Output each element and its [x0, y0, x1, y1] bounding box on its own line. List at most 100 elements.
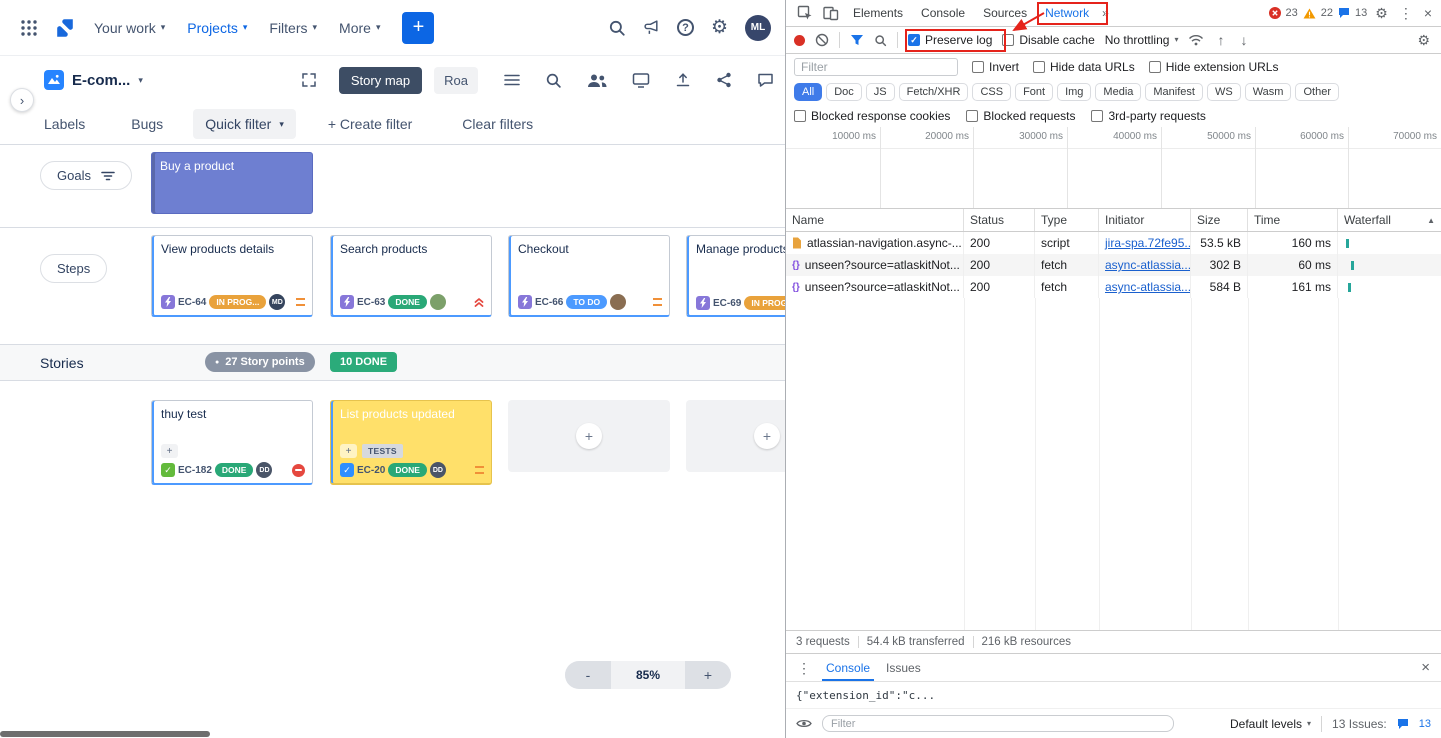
type-filter-manifest[interactable]: Manifest	[1145, 83, 1203, 101]
network-overview-timeline[interactable]: 10000 ms 20000 ms 30000 ms 40000 ms 5000…	[786, 127, 1441, 209]
column-header-initiator[interactable]: Initiator	[1099, 209, 1191, 231]
console-filter-input[interactable]	[822, 715, 1174, 732]
type-filter-img[interactable]: Img	[1057, 83, 1091, 101]
column-header-waterfall[interactable]: Waterfall▲	[1338, 209, 1441, 231]
type-filter-fetch-xhr[interactable]: Fetch/XHR	[899, 83, 969, 101]
clear-filters-button[interactable]: Clear filters	[462, 116, 533, 132]
blocked-requests-checkbox[interactable]: Blocked requests	[966, 109, 1075, 123]
quick-filter-button[interactable]: Quick filter ▾	[193, 109, 296, 139]
zoom-out-button[interactable]: -	[565, 661, 611, 689]
add-story-button[interactable]: +	[576, 423, 602, 449]
devtools-settings-icon[interactable]: ⚙	[1372, 6, 1391, 20]
clear-icon[interactable]	[815, 33, 829, 47]
create-button[interactable]: +	[402, 12, 434, 44]
network-filter-input[interactable]	[794, 58, 958, 76]
view-toggle-roadmap[interactable]: Roa	[434, 67, 478, 94]
goal-card[interactable]: Buy a product	[151, 152, 313, 214]
type-filter-js[interactable]: JS	[866, 83, 895, 101]
view-settings-icon[interactable]	[504, 74, 520, 86]
network-search-icon[interactable]	[874, 34, 887, 47]
column-header-name[interactable]: Name	[786, 209, 964, 231]
nav-your-work[interactable]: Your work▾	[86, 14, 173, 42]
device-toolbar-icon[interactable]	[818, 1, 844, 25]
type-filter-doc[interactable]: Doc	[826, 83, 862, 101]
user-avatar[interactable]: ML	[745, 15, 771, 41]
create-filter-button[interactable]: + Create filter	[328, 116, 412, 132]
step-card-ec69[interactable]: Manage products EC-69 IN PROG...	[686, 235, 785, 317]
default-levels-dropdown[interactable]: Default levels ▾	[1230, 717, 1311, 731]
nav-filters[interactable]: Filters▾	[261, 14, 325, 42]
issues-bubble-icon[interactable]	[1338, 7, 1350, 19]
project-name[interactable]: E-com...	[72, 72, 130, 89]
errors-icon[interactable]	[1269, 7, 1281, 19]
step-card-ec63[interactable]: Search products EC-63 DONE	[330, 235, 492, 317]
import-har-icon[interactable]: ↑	[1214, 33, 1227, 47]
horizontal-scrollbar[interactable]	[0, 731, 210, 737]
zoom-in-button[interactable]: +	[685, 661, 731, 689]
drawer-tab-issues[interactable]: Issues	[882, 654, 925, 681]
request-initiator-link[interactable]: async-atlassia...	[1105, 280, 1191, 294]
add-label-button[interactable]: +	[340, 444, 357, 458]
step-card-ec66[interactable]: Checkout EC-66 TO DO	[508, 235, 670, 317]
filter-funnel-icon[interactable]	[850, 34, 864, 46]
fullscreen-icon[interactable]	[301, 72, 317, 88]
add-story-button[interactable]: +	[754, 423, 780, 449]
nav-more[interactable]: More▾	[331, 14, 388, 42]
inspect-element-icon[interactable]	[792, 1, 818, 25]
story-card-ec182[interactable]: thuy test + ✓ EC-182 DONE DD	[151, 400, 313, 485]
tab-network[interactable]: Network	[1036, 0, 1098, 27]
disable-cache-checkbox[interactable]: Disable cache	[1002, 33, 1094, 47]
network-settings-icon[interactable]: ⚙	[1414, 33, 1433, 47]
filter-bugs-link[interactable]: Bugs	[131, 116, 163, 132]
request-row[interactable]: atlassian-navigation.async-... 200 scrip…	[786, 232, 1441, 254]
feedback-icon[interactable]	[757, 72, 774, 88]
export-icon[interactable]	[675, 72, 691, 88]
type-filter-media[interactable]: Media	[1095, 83, 1141, 101]
request-initiator-link[interactable]: async-atlassia...	[1105, 258, 1191, 272]
tab-sources[interactable]: Sources	[974, 0, 1036, 27]
more-tabs-icon[interactable]: »	[1098, 6, 1113, 20]
warnings-icon[interactable]	[1303, 8, 1316, 19]
issues-label[interactable]: 13 Issues:	[1332, 717, 1387, 731]
column-header-status[interactable]: Status	[964, 209, 1035, 231]
record-icon[interactable]	[794, 35, 805, 46]
teams-icon[interactable]	[587, 73, 607, 88]
tab-console[interactable]: Console	[912, 0, 974, 27]
drawer-tab-console[interactable]: Console	[822, 654, 874, 681]
invert-checkbox[interactable]: Invert	[972, 60, 1019, 74]
issues-bubble-icon[interactable]	[1397, 718, 1409, 730]
type-filter-font[interactable]: Font	[1015, 83, 1053, 101]
network-conditions-icon[interactable]	[1188, 34, 1204, 46]
monitor-icon[interactable]	[632, 72, 650, 88]
throttling-dropdown[interactable]: No throttling ▾	[1105, 33, 1179, 47]
type-filter-wasm[interactable]: Wasm	[1245, 83, 1292, 101]
drawer-close-icon[interactable]: ×	[1418, 660, 1433, 675]
tab-elements[interactable]: Elements	[844, 0, 912, 27]
type-filter-ws[interactable]: WS	[1207, 83, 1241, 101]
export-har-icon[interactable]: ↓	[1237, 33, 1250, 47]
devtools-menu-icon[interactable]: ⋮	[1396, 6, 1416, 20]
sidebar-expand-button[interactable]: ›	[10, 88, 34, 112]
live-expression-eye-icon[interactable]	[796, 718, 812, 729]
hide-data-urls-checkbox[interactable]: Hide data URLs	[1033, 60, 1135, 74]
add-label-button[interactable]: +	[161, 444, 178, 458]
nav-projects[interactable]: Projects▾	[179, 14, 255, 42]
steps-row-label[interactable]: Steps	[40, 254, 107, 283]
filter-labels-link[interactable]: Labels	[44, 116, 85, 132]
board-search-icon[interactable]	[545, 72, 562, 89]
app-switcher-icon[interactable]	[14, 13, 44, 43]
search-icon[interactable]	[608, 19, 626, 37]
blocked-response-cookies-checkbox[interactable]: Blocked response cookies	[794, 109, 950, 123]
goals-row-label[interactable]: Goals	[40, 161, 132, 190]
hide-extension-urls-checkbox[interactable]: Hide extension URLs	[1149, 60, 1279, 74]
settings-gear-icon[interactable]: ⚙	[711, 18, 728, 37]
request-initiator-link[interactable]: jira-spa.72fe95...	[1105, 236, 1191, 250]
third-party-requests-checkbox[interactable]: 3rd-party requests	[1091, 109, 1205, 123]
help-icon[interactable]: ?	[677, 19, 694, 36]
preserve-log-checkbox[interactable]: ✓ Preserve log	[908, 33, 992, 47]
column-header-type[interactable]: Type	[1035, 209, 1099, 231]
column-header-size[interactable]: Size	[1191, 209, 1248, 231]
story-card-ec20[interactable]: List products updated + TESTS ✓ EC-20 DO…	[330, 400, 492, 485]
view-toggle-story-map[interactable]: Story map	[339, 67, 422, 94]
request-row[interactable]: {}unseen?source=atlaskitNot... 200 fetch…	[786, 254, 1441, 276]
